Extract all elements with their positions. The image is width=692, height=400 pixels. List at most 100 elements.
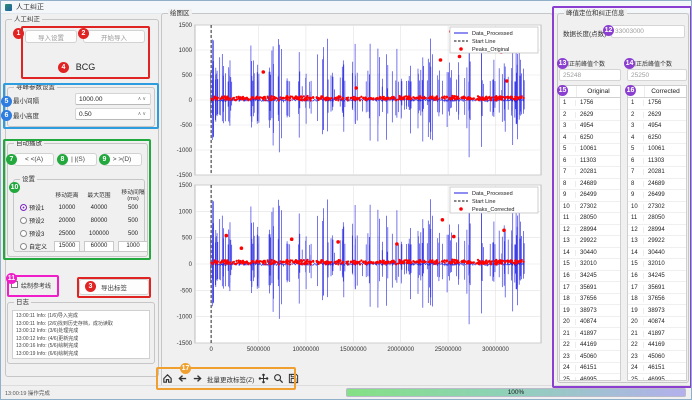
row-index: 18	[628, 296, 644, 302]
table-row[interactable]: 926499	[628, 190, 686, 202]
corrected-peaks-table[interactable]: Corrected 117562262934954462505100616113…	[627, 85, 687, 381]
table-row[interactable]: 1128050	[560, 213, 620, 225]
table-row[interactable]: 46250	[628, 133, 686, 145]
log-group-title: 日志	[14, 298, 31, 307]
table-row[interactable]: 22629	[560, 110, 620, 122]
back-icon[interactable]	[177, 373, 188, 384]
min-height-spinner[interactable]: 0.50 ∧∨	[75, 108, 151, 120]
table-row[interactable]: 2244169	[628, 340, 686, 352]
row-index: 5	[628, 146, 644, 152]
table-row[interactable]: 1329922	[560, 236, 620, 248]
batch-edit-labels-button[interactable]: 批量更改标签(Z)	[207, 374, 254, 384]
row-index: 5	[560, 146, 576, 152]
table-row[interactable]: 1634245	[628, 271, 686, 283]
legend-label: Start Line	[472, 39, 496, 45]
table-row[interactable]: 11756	[560, 98, 620, 110]
peak-value: 37656	[644, 296, 686, 302]
table-row[interactable]: 2345060	[560, 351, 620, 363]
radio-icon[interactable]	[20, 230, 27, 237]
zoom-icon[interactable]	[273, 373, 284, 384]
peak-value: 32010	[576, 261, 620, 267]
table-row[interactable]: 2446151	[628, 363, 686, 375]
table-row[interactable]: 1837656	[560, 294, 620, 306]
table-row[interactable]: 2244169	[560, 340, 620, 352]
chart-peaks-corrected[interactable]: -1500-1000-50005001000150005000000100000…	[167, 181, 547, 357]
table-row[interactable]: 824689	[560, 179, 620, 191]
table-row[interactable]: 510061	[628, 144, 686, 156]
row-index: 16	[560, 273, 576, 279]
table-row[interactable]: 1735691	[628, 282, 686, 294]
table-row[interactable]: 2141897	[560, 328, 620, 340]
table-row[interactable]: 1634245	[560, 271, 620, 283]
import-settings-button[interactable]: 导入设置	[25, 30, 77, 43]
table-row[interactable]: 510061	[560, 144, 620, 156]
peak-value: 44169	[644, 342, 686, 348]
table-row[interactable]: 1735691	[560, 282, 620, 294]
table-row[interactable]: 1128050	[628, 213, 686, 225]
table-row[interactable]: 2345060	[628, 351, 686, 363]
reference-line-label: 绘制参考线	[21, 281, 51, 290]
signal-type-label: BCG	[21, 62, 150, 72]
table-row[interactable]: 720281	[628, 167, 686, 179]
peak-value: 26499	[576, 192, 620, 198]
table-row[interactable]: 611303	[560, 156, 620, 168]
start-import-button[interactable]: 开始导入	[83, 30, 145, 43]
spinner-arrows-icon[interactable]: ∧∨	[138, 111, 147, 117]
table-row[interactable]: 34954	[560, 121, 620, 133]
autoplay-group-title: 自动播放	[14, 139, 44, 148]
table-row[interactable]: 1532010	[628, 259, 686, 271]
forward-icon[interactable]	[192, 373, 203, 384]
log-line: 13:00:16 Info: (5/6)绘制完成	[16, 343, 146, 351]
save-icon[interactable]	[288, 373, 299, 384]
min-interval-spinner[interactable]: 1000.00 ∧∨	[75, 93, 151, 105]
preset-radio-2[interactable]: 预设2	[18, 216, 52, 225]
table-row[interactable]: 34954	[628, 121, 686, 133]
table-row[interactable]: 2040874	[628, 317, 686, 329]
table-row[interactable]: 2040874	[560, 317, 620, 329]
table-row[interactable]: 1938973	[628, 305, 686, 317]
table-row[interactable]: 1027302	[628, 202, 686, 214]
log-output[interactable]: 13:00:11 Info: (1/6)导入完成13:00:11 Info: (…	[12, 310, 150, 359]
table-row[interactable]: 720281	[560, 167, 620, 179]
radio-icon[interactable]	[20, 243, 27, 250]
custom-value-input[interactable]: 60000	[84, 241, 114, 252]
radio-icon[interactable]	[20, 204, 27, 211]
step-back-button[interactable]: < <(A)	[14, 153, 54, 166]
chart-peaks-original[interactable]: -1500-1000-500050010001500Data_Processed…	[167, 21, 547, 179]
y-tick-label: 1500	[179, 23, 193, 29]
custom-value-input[interactable]: 15000	[54, 241, 80, 252]
table-row[interactable]: 1837656	[628, 294, 686, 306]
table-row[interactable]: 2546995	[560, 374, 620, 381]
original-peaks-table[interactable]: Original 1175622629349544625051006161130…	[559, 85, 621, 381]
home-icon[interactable]	[162, 373, 173, 384]
table-row[interactable]: 46250	[560, 133, 620, 145]
table-row[interactable]: 2546995	[628, 374, 686, 381]
table-row[interactable]: 926499	[560, 190, 620, 202]
table-row[interactable]: 1430440	[560, 248, 620, 260]
radio-icon[interactable]	[20, 217, 27, 224]
table-row[interactable]: 611303	[628, 156, 686, 168]
table-row[interactable]: 2141897	[628, 328, 686, 340]
preset-value: 500	[116, 205, 150, 211]
custom-value-input[interactable]: 1000	[118, 241, 148, 252]
table-row[interactable]: 11756	[628, 98, 686, 110]
spinner-arrows-icon[interactable]: ∧∨	[138, 96, 147, 102]
table-row[interactable]: 22629	[628, 110, 686, 122]
preset-radio-4[interactable]: 自定义	[18, 242, 52, 251]
table-row[interactable]: 1027302	[560, 202, 620, 214]
row-index: 13	[560, 238, 576, 244]
preset-radio-1[interactable]: 预设1	[18, 203, 52, 212]
table-row[interactable]: 2446151	[560, 363, 620, 375]
plot-group-title: 绘图区	[168, 9, 192, 18]
preset-value: 500	[116, 231, 150, 237]
table-row[interactable]: 1430440	[628, 248, 686, 260]
table-row[interactable]: 1228994	[628, 225, 686, 237]
table-row[interactable]: 824689	[628, 179, 686, 191]
manual-group-title: 人工纠正	[12, 15, 42, 24]
table-row[interactable]: 1228994	[560, 225, 620, 237]
table-row[interactable]: 1532010	[560, 259, 620, 271]
table-row[interactable]: 1938973	[560, 305, 620, 317]
preset-radio-3[interactable]: 预设3	[18, 229, 52, 238]
pan-icon[interactable]	[258, 373, 269, 384]
table-row[interactable]: 1329922	[628, 236, 686, 248]
